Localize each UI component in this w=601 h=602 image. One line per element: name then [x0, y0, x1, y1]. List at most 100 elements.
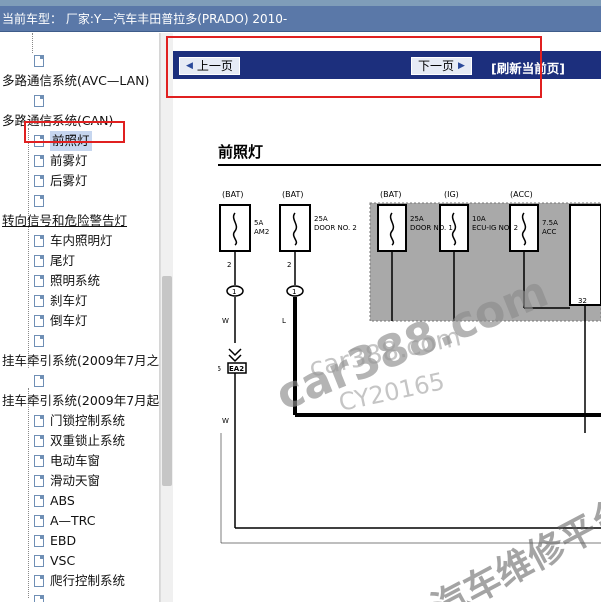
vehicle-model-bar: 当前车型： 厂家:Y—汽车丰田普拉多(PRADO) 2010-	[0, 6, 601, 32]
fuse-amp-2: 25A	[314, 215, 328, 223]
document-icon	[34, 95, 44, 107]
sidebar-item-label: A—TRC	[50, 513, 96, 528]
document-icon	[34, 455, 44, 467]
title-rule	[218, 164, 601, 166]
sidebar-item-label: 尾灯	[50, 253, 76, 268]
sidebar-tree[interactable]: 多路通信系统(AVC—LAN) 多路通信系统(CAN) 前照灯 前雾灯 后雾灯 转向信号和…	[0, 33, 160, 602]
sidebar-item-label: 刹车灯	[50, 293, 88, 308]
document-icon	[34, 195, 44, 207]
tree-connector	[28, 388, 29, 598]
sidebar-item-label: 滑动天窗	[50, 473, 101, 488]
sidebar-item[interactable]: 电动车窗	[34, 451, 100, 471]
wire-l-label: L	[282, 317, 286, 325]
sidebar-item[interactable]	[34, 331, 50, 351]
pin-c: 32	[578, 297, 587, 305]
sidebar-item[interactable]: 前雾灯	[34, 151, 88, 171]
sidebar-item-label: 倒车灯	[50, 313, 88, 328]
sidebar-folder[interactable]: 挂车牵引系统(2009年7月起	[2, 391, 159, 411]
ea2-label: EA2	[229, 365, 244, 373]
document-icon	[34, 315, 44, 327]
tree-connector	[32, 33, 33, 53]
wire-w-label: W	[222, 317, 229, 325]
document-icon	[34, 295, 44, 307]
fuse-door-no1	[377, 204, 407, 252]
sidebar-item[interactable]: 双重锁止系统	[34, 431, 125, 451]
sidebar-item-label: 双重锁止系统	[50, 433, 126, 448]
fuse-source-2: (BAT)	[282, 190, 303, 199]
sidebar-folder-label: 转向信号和危险警告灯	[2, 213, 128, 228]
fuse-amp-3: 25A	[410, 215, 424, 223]
document-icon	[34, 235, 44, 247]
sidebar-item[interactable]: VSC	[34, 551, 75, 571]
sidebar-item[interactable]: 爬行控制系统	[34, 571, 125, 591]
fuse-door-no2	[279, 204, 311, 252]
document-icon	[34, 595, 44, 602]
fuse-source-4: (IG)	[444, 190, 459, 199]
sidebar-item[interactable]: 车内照明灯	[34, 231, 113, 251]
sidebar-item[interactable]	[34, 51, 50, 71]
sidebar-item[interactable]	[34, 91, 50, 111]
document-icon	[34, 175, 44, 187]
document-viewer: ◀ 上一页 下一页 ▶ [刷新当前页] 前照灯 (BAT) (BAT) (BAT…	[173, 33, 601, 602]
doc-title: 前照灯	[218, 143, 264, 161]
sidebar-item-label: 车内照明灯	[50, 233, 113, 248]
sidebar-item[interactable]: 滑动天窗	[34, 471, 100, 491]
ecu-block	[569, 204, 601, 306]
document-icon	[34, 55, 44, 67]
fuse-source-5: (ACC)	[510, 190, 533, 199]
sidebar-item-label: 电动车窗	[50, 453, 101, 468]
sidebar-item-label: 爬行控制系统	[50, 573, 126, 588]
fuse-amp-1: 5A	[254, 219, 263, 227]
sidebar-item[interactable]	[34, 591, 50, 602]
sidebar-item[interactable]: 尾灯	[34, 251, 75, 271]
sidebar-item[interactable]: 倒车灯	[34, 311, 88, 331]
fuse-source-1: (BAT)	[222, 190, 243, 199]
document-icon	[34, 275, 44, 287]
sidebar-item-label: 后雾灯	[50, 173, 88, 188]
connector-1-label: 1	[232, 288, 236, 296]
current-model-label: 当前车型： 厂家:Y—汽车丰田普拉多(PRADO) 2010-	[2, 12, 288, 26]
document-icon	[34, 575, 44, 587]
sidebar-folder-label: 挂车牵引系统(2009年7月之	[2, 353, 160, 368]
sidebar-item[interactable]: 门锁控制系统	[34, 411, 125, 431]
sidebar-folder[interactable]: 多路通信系统(AVC—LAN)	[2, 71, 149, 91]
sidebar-item[interactable]: 刹车灯	[34, 291, 88, 311]
highlight-box	[24, 121, 125, 143]
fuse-name-1: AM2	[254, 228, 269, 236]
document-icon	[34, 435, 44, 447]
sidebar-item-label: EBD	[50, 533, 77, 548]
tree-connector	[28, 128, 29, 368]
scrollbar-thumb[interactable]	[162, 276, 172, 486]
document-icon	[34, 495, 44, 507]
sidebar-item-label: 照明系统	[50, 273, 101, 288]
wiring-diagram: (BAT) (BAT) (BAT) (IG) (ACC) 5A AM2 25A …	[218, 190, 601, 544]
fuse-amp-5: 7.5A	[542, 219, 558, 227]
fuse-amp-4: 10A	[472, 215, 486, 223]
sidebar-folder[interactable]: 挂车牵引系统(2009年7月之	[2, 351, 159, 371]
document-icon	[34, 255, 44, 267]
pin-a: 2	[227, 261, 231, 269]
fuse-name-4: ECU-IG NO. 2	[472, 224, 518, 232]
sidebar-scrollbar[interactable]	[160, 33, 173, 602]
document-icon	[34, 515, 44, 527]
sidebar-item-label: 前雾灯	[50, 153, 88, 168]
sidebar-item[interactable]: 照明系统	[34, 271, 100, 291]
sidebar-folder[interactable]: 转向信号和危险警告灯	[2, 211, 127, 231]
sidebar-item[interactable]: 后雾灯	[34, 171, 88, 191]
sidebar-item[interactable]	[34, 371, 50, 391]
sidebar-item[interactable]: ABS	[34, 491, 75, 511]
sidebar-item-label: 门锁控制系统	[50, 413, 126, 428]
wire-w2-label: W	[222, 417, 229, 425]
connector-2-label: 1	[292, 288, 296, 296]
sidebar-folder-label: 挂车牵引系统(2009年7月起	[2, 393, 160, 408]
fuse-name-2: DOOR NO. 2	[314, 224, 357, 232]
document-icon	[34, 555, 44, 567]
sidebar-item-label: ABS	[50, 493, 75, 508]
fuse-source-3: (BAT)	[380, 190, 401, 199]
sidebar-item[interactable]: EBD	[34, 531, 76, 551]
document-icon	[34, 535, 44, 547]
fuse-name-3: DOOR NO. 1	[410, 224, 453, 232]
document-icon	[34, 475, 44, 487]
sidebar-item[interactable]	[34, 191, 50, 211]
sidebar-item[interactable]: A—TRC	[34, 511, 95, 531]
